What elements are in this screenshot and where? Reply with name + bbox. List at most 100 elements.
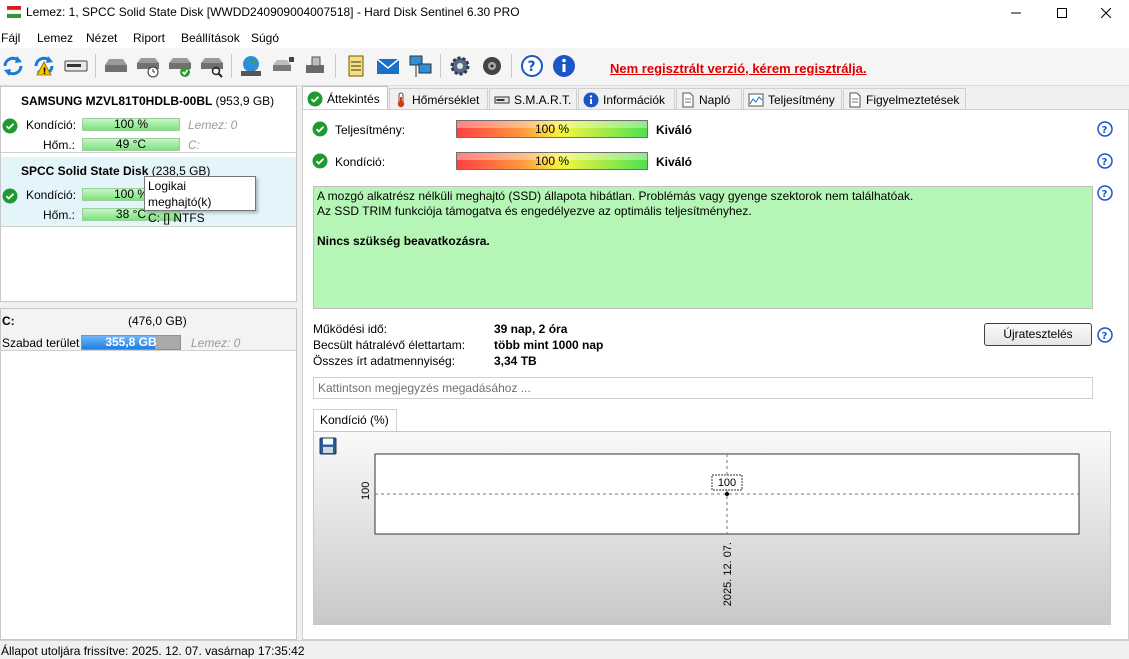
volume-size: (476,0 GB) xyxy=(128,314,187,328)
usb-icon[interactable] xyxy=(302,53,328,79)
tab-log[interactable]: Napló xyxy=(676,88,742,110)
condition-value: 100 % xyxy=(534,154,570,168)
disk-search-icon[interactable] xyxy=(199,53,225,79)
mail-icon[interactable] xyxy=(375,53,401,79)
help-icon[interactable]: ? xyxy=(1097,153,1113,169)
menu-view[interactable]: Nézet xyxy=(86,31,117,45)
retest-button[interactable]: Újratesztelés xyxy=(984,323,1092,346)
maximize-icon xyxy=(1057,8,1067,18)
tab-performance[interactable]: Teljesítmény xyxy=(743,88,842,110)
disk-card-samsung[interactable]: SAMSUNG MZVL81T0HDLB-00BL (953,9 GB) Kon… xyxy=(1,87,296,153)
status-recommendation: Nincs szükség beavatkozásra. xyxy=(317,234,490,248)
tooltip: Logikai meghajtó(k) C: [] NTFS xyxy=(144,176,256,225)
tooltip-line: Logikai meghajtó(k) xyxy=(148,179,212,209)
disk-icon xyxy=(494,96,510,103)
minimize-icon xyxy=(1011,12,1021,14)
tab-strip: Áttekintés Hőmérséklet S.M.A.R.T. Inform… xyxy=(302,86,1129,110)
disk-name: SAMSUNG MZVL81T0HDLB-00BL (953,9 GB) xyxy=(21,94,275,108)
gear-icon[interactable] xyxy=(447,53,473,79)
tab-label: Teljesítmény xyxy=(768,92,835,107)
temp-label: Hőm.: xyxy=(43,208,76,222)
tab-overview[interactable]: Áttekintés xyxy=(302,86,388,110)
tab-smart[interactable]: S.M.A.R.T. xyxy=(489,88,577,110)
close-icon xyxy=(1101,8,1111,18)
performance-value: 100 % xyxy=(534,122,570,136)
menu-help[interactable]: Súgó xyxy=(251,31,279,45)
minimize-button[interactable] xyxy=(993,0,1039,26)
info-icon xyxy=(583,92,599,107)
uptime-label: Működési idő: xyxy=(313,322,388,336)
volume-letter: C: xyxy=(188,138,200,152)
written-data-value: 3,34 TB xyxy=(494,354,537,368)
ok-check-icon xyxy=(2,118,18,134)
maximize-button[interactable] xyxy=(1039,0,1085,26)
thermometer-icon xyxy=(397,92,405,107)
performance-label: Teljesítmény: xyxy=(335,123,406,137)
disk-icon[interactable] xyxy=(63,53,89,79)
menu-bar: Fájl Lemez Nézet Riport Beállítások Súgó xyxy=(0,26,1129,48)
status-description: A mozgó alkatrész nélküli meghajtó (SSD)… xyxy=(313,186,1093,309)
remaining-life-value: több mint 1000 nap xyxy=(494,338,604,352)
svg-text:?: ? xyxy=(1102,331,1108,342)
tab-label: S.M.A.R.T. xyxy=(514,92,572,107)
tab-label: Napló xyxy=(699,92,731,107)
tab-temperature[interactable]: Hőmérséklet xyxy=(389,88,488,110)
window-title: Lemez: 1, SPCC Solid State Disk [WWDD240… xyxy=(26,5,520,19)
free-space-bar: 355,8 GB xyxy=(81,335,181,350)
ok-check-icon xyxy=(312,153,328,169)
condition-label: Kondíció: xyxy=(26,188,77,202)
help-icon[interactable]: ? xyxy=(1097,121,1113,137)
notepad-icon[interactable] xyxy=(343,53,369,79)
status-bar: Állapot utoljára frissítve: 2025. 12. 07… xyxy=(0,640,1129,659)
menu-settings[interactable]: Beállítások xyxy=(181,31,240,45)
help-icon[interactable]: ? xyxy=(1097,185,1113,201)
globe-icon[interactable] xyxy=(238,53,264,79)
refresh-warning-icon[interactable]: ! xyxy=(31,53,57,79)
disk-check-icon[interactable] xyxy=(167,53,193,79)
info-icon[interactable] xyxy=(551,53,577,79)
menu-report[interactable]: Riport xyxy=(133,31,165,45)
disk-gray-icon[interactable] xyxy=(103,53,129,79)
written-data-label: Összes írt adatmennyiség: xyxy=(313,354,456,368)
x-tick-label: 2025. 12. 07. xyxy=(722,542,734,606)
note-input[interactable]: Kattintson megjegyzés megadásához ... xyxy=(313,377,1093,399)
svg-text:?: ? xyxy=(528,59,536,75)
free-space-label: Szabad terület xyxy=(2,336,80,350)
refresh-icon[interactable] xyxy=(0,53,26,79)
chart-plot: 100 100 2025. 12. 07. xyxy=(360,453,1080,606)
free-space-value: 355,8 GB xyxy=(105,335,157,349)
svg-text:!: ! xyxy=(43,67,47,77)
document-icon xyxy=(849,92,861,107)
volume-name: C: xyxy=(2,314,15,328)
help-icon[interactable]: ? xyxy=(1097,327,1113,343)
disk-clock-icon[interactable] xyxy=(135,53,161,79)
temp-label: Hőm.: xyxy=(43,138,76,152)
status-line: A mozgó alkatrész nélküli meghajtó (SSD)… xyxy=(317,189,914,203)
tab-label: Hőmérséklet xyxy=(412,92,480,107)
svg-text:?: ? xyxy=(1102,157,1108,168)
network-icon[interactable] xyxy=(407,53,433,79)
condition-label: Kondíció: xyxy=(335,155,386,169)
close-button[interactable] xyxy=(1083,0,1129,26)
volume-item[interactable]: C: (476,0 GB) Szabad terület 355,8 GB Le… xyxy=(1,309,296,351)
tab-information[interactable]: Információk xyxy=(578,88,675,110)
uptime-value: 39 nap, 2 óra xyxy=(494,322,568,336)
condition-bar: 100 % xyxy=(82,118,180,131)
app-icon xyxy=(7,6,21,18)
volume-list: C: (476,0 GB) Szabad terület 355,8 GB Le… xyxy=(0,308,297,640)
tab-alerts[interactable]: Figyelmeztetések xyxy=(843,88,966,110)
data-point xyxy=(725,492,729,496)
disk-network-icon[interactable] xyxy=(270,53,296,79)
register-link[interactable]: Nem regisztrált verzió, kérem regisztrál… xyxy=(610,61,867,76)
chart-tab-condition[interactable]: Kondíció (%) xyxy=(313,409,397,431)
condition-rating: Kiváló xyxy=(656,155,693,169)
svg-text:?: ? xyxy=(1102,189,1108,200)
menu-file[interactable]: Fájl xyxy=(1,31,20,45)
help-icon[interactable]: ? xyxy=(519,53,545,79)
menu-disk[interactable]: Lemez xyxy=(37,31,73,45)
ok-check-icon xyxy=(312,121,328,137)
temp-bar: 49 °C xyxy=(82,138,180,151)
speaker-icon[interactable] xyxy=(479,53,505,79)
chart-icon xyxy=(748,93,764,106)
data-label: 100 xyxy=(718,477,736,489)
